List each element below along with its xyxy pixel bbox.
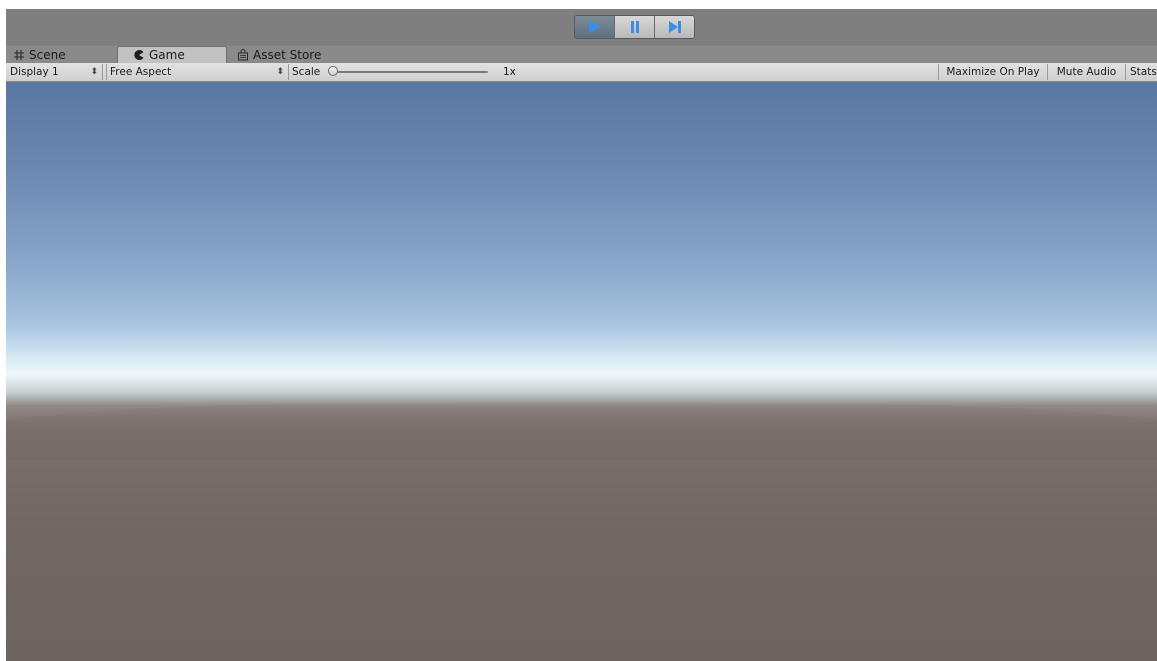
divider xyxy=(102,64,103,80)
dropdown-arrow-icon: ⬍ xyxy=(90,67,98,77)
scale-slider-thumb[interactable] xyxy=(328,66,338,76)
display-dropdown[interactable]: Display 1 ⬍ xyxy=(10,63,100,81)
store-bag-icon xyxy=(236,48,250,62)
pause-button[interactable] xyxy=(615,16,655,38)
tab-game-label: Game xyxy=(149,48,185,62)
tab-game[interactable]: Game xyxy=(117,46,227,63)
game-window: Scene Game Asset Store Display 1 ⬍ Free … xyxy=(6,9,1157,661)
game-pacman-icon xyxy=(132,48,146,62)
stats-toggle[interactable]: Stats xyxy=(1127,63,1157,81)
aspect-label: Free Aspect xyxy=(110,66,172,78)
play-icon xyxy=(588,21,601,33)
play-button[interactable] xyxy=(575,16,615,38)
dropdown-arrow-icon: ⬍ xyxy=(276,67,284,77)
scale-control: Scale 1x xyxy=(292,63,532,81)
stats-label: Stats xyxy=(1130,66,1157,78)
game-control-bar: Display 1 ⬍ Free Aspect ⬍ Scale 1x Maxim… xyxy=(6,63,1157,82)
divider xyxy=(1047,64,1048,80)
display-label: Display 1 xyxy=(10,66,59,78)
pause-icon xyxy=(630,21,639,33)
step-icon xyxy=(668,21,681,33)
mute-audio-toggle[interactable]: Mute Audio xyxy=(1049,63,1124,81)
tab-scene[interactable]: Scene xyxy=(12,46,117,63)
divider xyxy=(106,64,107,80)
tab-asset-store-label: Asset Store xyxy=(253,47,322,62)
divider xyxy=(1125,64,1126,80)
tab-scene-label: Scene xyxy=(29,47,66,62)
mute-audio-label: Mute Audio xyxy=(1056,66,1117,78)
divider xyxy=(288,64,289,80)
step-button[interactable] xyxy=(655,16,694,38)
divider xyxy=(938,64,939,80)
scene-grid-icon xyxy=(12,48,26,62)
tab-strip: Scene Game Asset Store xyxy=(6,46,1157,63)
game-viewport[interactable] xyxy=(6,82,1157,661)
maximize-on-play-label: Maximize On Play xyxy=(946,66,1040,78)
scale-label: Scale xyxy=(292,66,321,78)
scale-value: 1x xyxy=(503,66,516,78)
play-toolbar xyxy=(6,9,1157,46)
scale-slider-track[interactable] xyxy=(330,71,488,73)
tab-asset-store[interactable]: Asset Store xyxy=(236,46,356,63)
maximize-on-play-toggle[interactable]: Maximize On Play xyxy=(940,63,1046,81)
aspect-dropdown[interactable]: Free Aspect ⬍ xyxy=(110,63,286,81)
play-controls xyxy=(574,15,695,39)
